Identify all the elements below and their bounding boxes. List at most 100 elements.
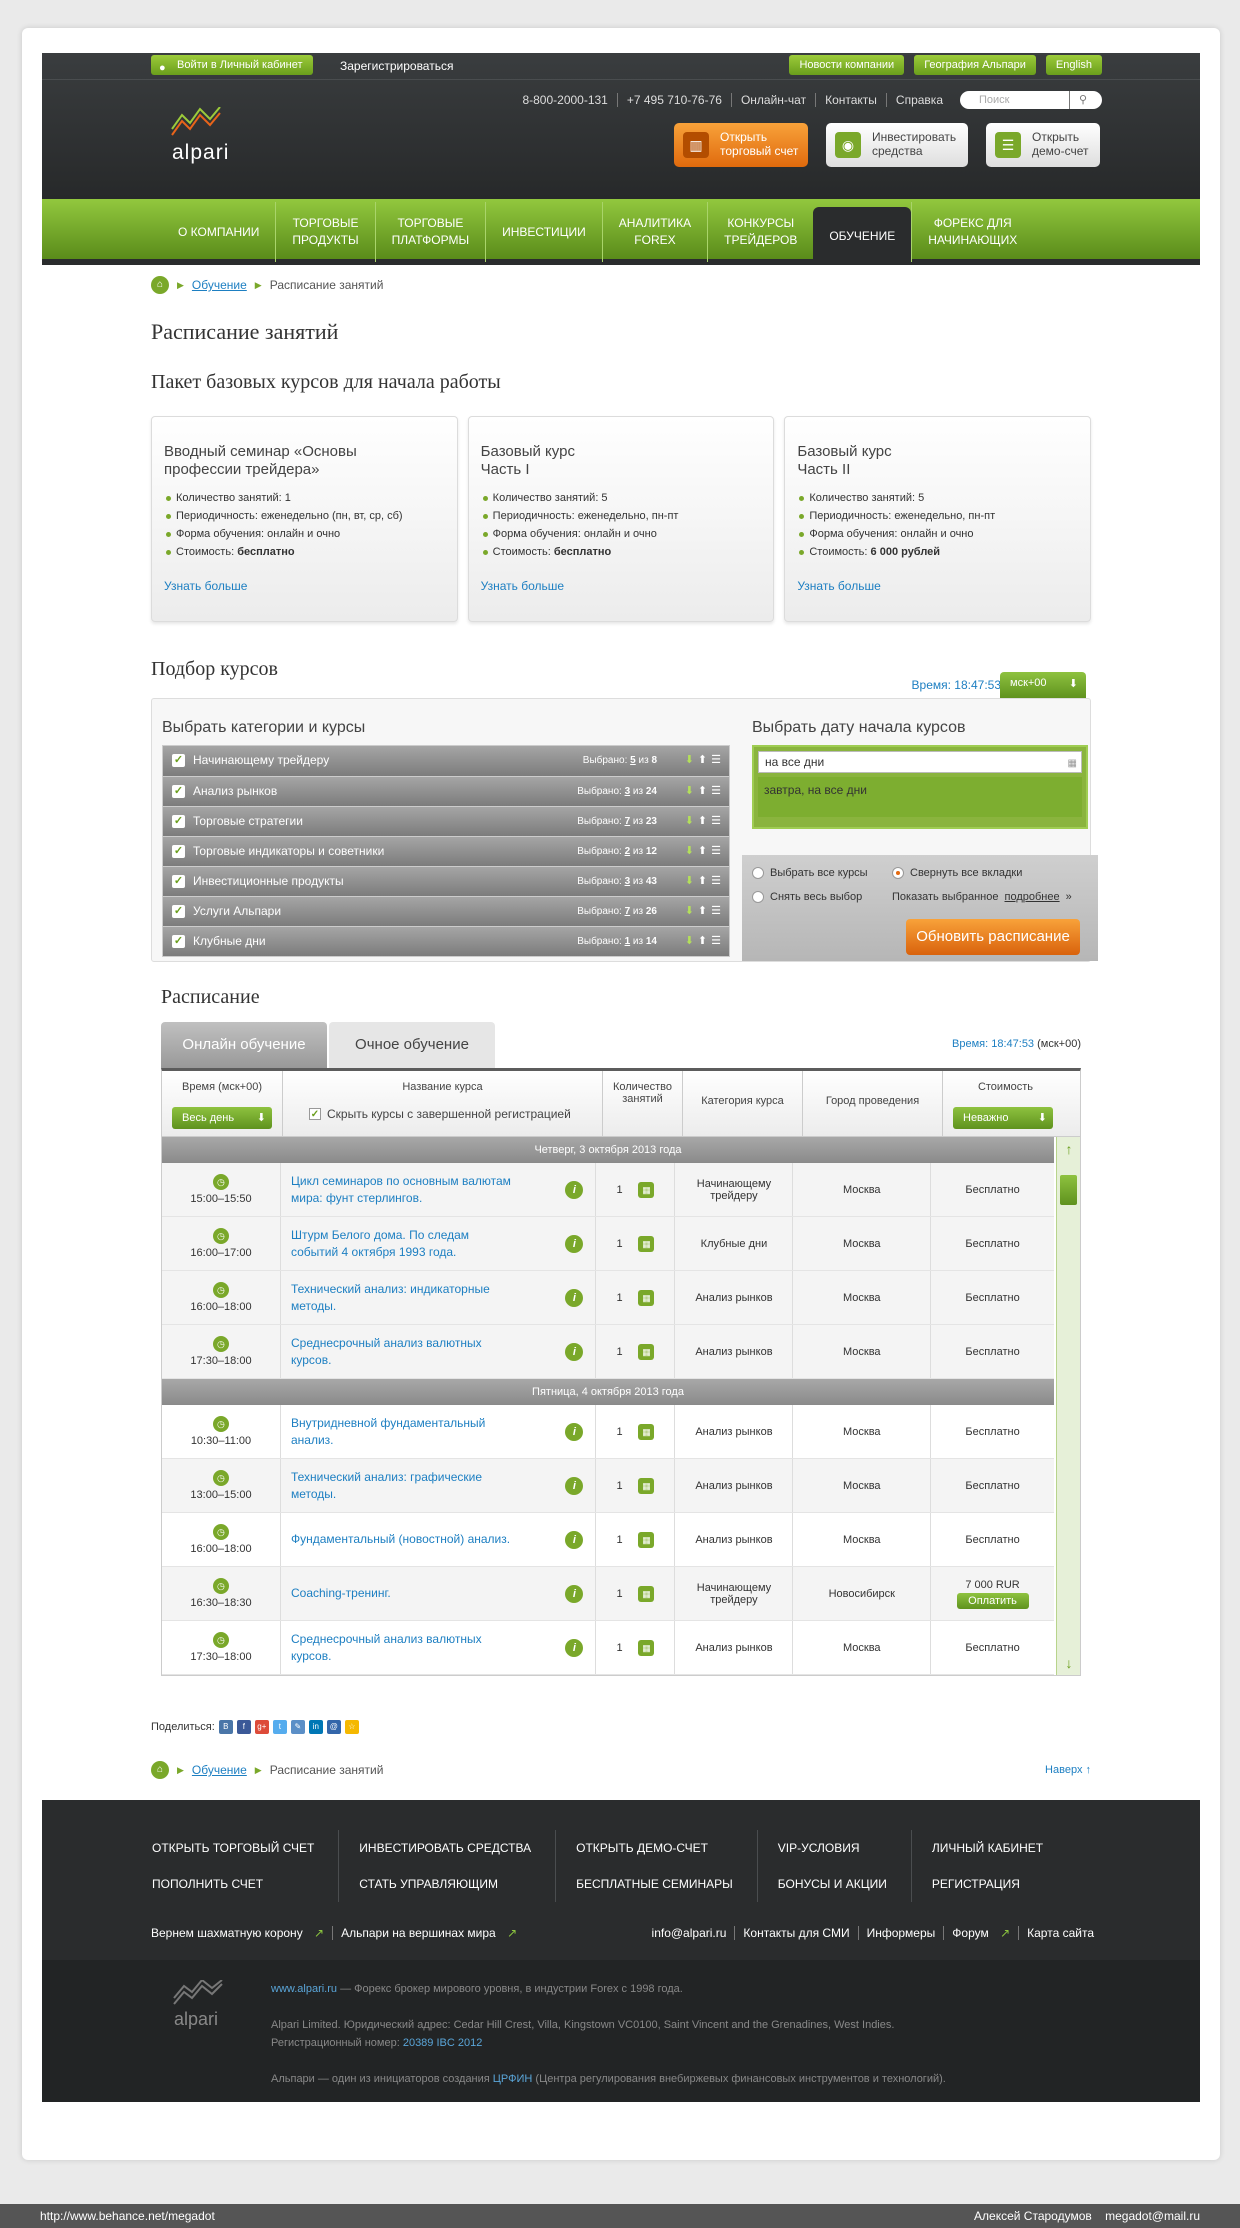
learn-more-link[interactable]: Узнать больше (481, 579, 762, 593)
course-link[interactable]: Фундаментальный (новостной) анализ. (291, 1531, 510, 1548)
author-email[interactable]: megadot@mail.ru (1105, 2209, 1200, 2223)
list-icon[interactable]: ☰ (711, 875, 721, 887)
crfin-link[interactable]: ЦРФИН (493, 2073, 533, 2085)
day-filter-dropdown[interactable]: Весь день ⬇ (172, 1107, 272, 1129)
course-name-cell[interactable]: Технический анализ: графические методы. i (279, 1459, 595, 1512)
list-icon[interactable]: ☰ (711, 785, 721, 797)
hide-finished-checkbox[interactable]: ✓ Скрыть курсы с завершенной регистрацией (309, 1107, 571, 1121)
nav-beginners[interactable]: ФОРЕКС ДЛЯ НАЧИНАЮЩИХ (911, 202, 1033, 262)
footer-link[interactable]: ОТКРЫТЬ ДЕМО-СЧЕТ (576, 1841, 708, 1855)
course-link[interactable]: Технический анализ: индикаторные методы. (291, 1281, 490, 1315)
footer-link[interactable]: БОНУСЫ И АКЦИИ (778, 1877, 887, 1891)
collapse-tabs-option[interactable]: Свернуть все вкладки (892, 867, 1022, 879)
geography-button[interactable]: География Альпари (914, 55, 1036, 75)
course-name-cell[interactable]: Среднесрочный анализ валютных курсов. i (279, 1325, 595, 1378)
footer-link[interactable]: info@alpari.ru (652, 1926, 735, 1940)
tab-offline[interactable]: Очное обучение (329, 1022, 495, 1068)
category-row[interactable]: ✓ Услуги Альпари Выбрано: 7 из 26 ⬇ ⬆ ☰ (163, 896, 729, 926)
category-row[interactable]: ✓ Начинающему трейдеру Выбрано: 5 из 8 ⬇ ⬆ ☰ (163, 746, 729, 776)
time-label[interactable]: Время: 18:47:53 (912, 678, 1001, 692)
contacts-link[interactable]: Контакты (815, 93, 886, 107)
course-link[interactable]: Среднесрочный анализ валютных курсов. (291, 1335, 482, 1369)
arrow-up-icon[interactable]: ⬆ (698, 905, 707, 917)
twitter-icon[interactable]: t (272, 1720, 287, 1734)
calendar-icon[interactable]: ▦ (638, 1289, 655, 1306)
course-name-cell[interactable]: Внутридневной фундаментальный анализ. i (279, 1405, 595, 1458)
checkbox[interactable]: ✓ (172, 875, 185, 888)
nav-analytics[interactable]: АНАЛИТИКА FOREX (601, 202, 707, 262)
arrow-up-icon[interactable]: ⬆ (698, 815, 707, 827)
radio[interactable] (892, 867, 904, 879)
arrow-down-icon[interactable]: ⬇ (685, 935, 694, 947)
course-link[interactable]: Coaching-тренинг. (291, 1585, 391, 1602)
calendar-icon[interactable]: ▦ (638, 1423, 655, 1440)
pay-button[interactable]: Оплатить (956, 1592, 1029, 1609)
course-name-cell[interactable]: Coaching-тренинг. i (279, 1567, 595, 1620)
list-icon[interactable]: ☰ (711, 845, 721, 857)
nav-about[interactable]: О КОМПАНИИ (162, 202, 275, 262)
checkbox[interactable]: ✓ (309, 1108, 321, 1120)
show-selected-option[interactable]: Показать выбранное подробнее » (892, 891, 1072, 903)
footer-link[interactable]: ИНВЕСТИРОВАТЬ СРЕДСТВА (359, 1841, 531, 1855)
breadcrumb-link[interactable]: Обучение (192, 1763, 247, 1777)
arrow-down-icon[interactable]: ⬇ (685, 785, 694, 797)
select-all-option[interactable]: Выбрать все курсы (752, 867, 868, 879)
nav-trading-platforms[interactable]: ТОРГОВЫЕ ПЛАТФОРМЫ (374, 202, 485, 262)
checkbox[interactable]: ✓ (172, 815, 185, 828)
info-icon[interactable]: i (565, 1288, 584, 1307)
checkbox[interactable]: ✓ (172, 845, 185, 858)
arrow-up-icon[interactable]: ⬆ (698, 845, 707, 857)
google-plus-icon[interactable]: g+ (254, 1720, 269, 1734)
invest-button[interactable]: ◉ Инвестировать средства (826, 123, 968, 167)
update-schedule-button[interactable]: Обновить расписание (906, 919, 1080, 955)
scrollbar[interactable]: ↑ ↓ (1056, 1137, 1080, 1675)
info-icon[interactable]: i (565, 1234, 584, 1253)
behance-link[interactable]: http://www.behance.net/megadot (40, 2209, 215, 2223)
list-icon[interactable]: ☰ (711, 905, 721, 917)
arrow-down-icon[interactable]: ⬇ (685, 754, 694, 766)
footer-link[interactable]: Форум ↗ (943, 1926, 1019, 1940)
date-input[interactable]: на все дни ▦ (758, 751, 1082, 773)
calendar-icon[interactable]: ▦ (638, 1531, 655, 1548)
home-icon[interactable]: ⌂ (151, 1761, 169, 1779)
checkbox[interactable]: ✓ (172, 935, 185, 948)
category-row[interactable]: ✓ Торговые стратегии Выбрано: 7 из 23 ⬇ ⬆ ☰ (163, 806, 729, 836)
course-name-cell[interactable]: Среднесрочный анализ валютных курсов. i (279, 1621, 595, 1674)
arrow-up-icon[interactable]: ↑ (1057, 1141, 1081, 1157)
footer-link[interactable]: БЕСПЛАТНЫЕ СЕМИНАРЫ (576, 1877, 733, 1891)
calendar-icon[interactable]: ▦ (638, 1181, 655, 1198)
footer-link[interactable]: Карта сайта (1018, 1926, 1102, 1940)
radio[interactable] (752, 891, 764, 903)
course-link[interactable]: Цикл семинаров по основным валютам мира: … (291, 1173, 511, 1207)
calendar-icon[interactable]: ▦ (638, 1585, 655, 1602)
arrow-down-icon[interactable]: ⬇ (685, 845, 694, 857)
footer-link[interactable]: ПОПОЛНИТЬ СЧЕТ (152, 1877, 263, 1891)
arrow-down-icon[interactable]: ↓ (1057, 1655, 1081, 1671)
learn-more-link[interactable]: Узнать больше (797, 579, 1078, 593)
schedule-time-link[interactable]: Время: 18:47:53 (952, 1038, 1034, 1050)
back-to-top-link[interactable]: Наверх ↑ (1045, 1764, 1091, 1776)
login-button[interactable]: ● Войти в Личный кабинет (151, 55, 313, 75)
info-icon[interactable]: i (565, 1422, 584, 1441)
checkbox[interactable]: ✓ (172, 785, 185, 798)
home-icon[interactable]: ⌂ (151, 276, 169, 294)
arrow-down-icon[interactable]: ⬇ (685, 815, 694, 827)
arrow-down-icon[interactable]: ⬇ (685, 875, 694, 887)
english-button[interactable]: English (1045, 55, 1102, 75)
arrow-up-icon[interactable]: ⬆ (698, 754, 707, 766)
nav-contests[interactable]: КОНКУРСЫ ТРЕЙДЕРОВ (707, 202, 813, 262)
course-link[interactable]: Внутридневной фундаментальный анализ. (291, 1415, 485, 1449)
info-icon[interactable]: i (565, 1342, 584, 1361)
vk-icon[interactable]: В (218, 1720, 233, 1734)
footer-link[interactable]: ЛИЧНЫЙ КАБИНЕТ (932, 1841, 1043, 1855)
mail-icon[interactable]: @ (326, 1720, 341, 1734)
deselect-all-option[interactable]: Снять весь выбор (752, 891, 862, 903)
register-link[interactable]: Зарегистрироваться (340, 59, 453, 73)
news-button[interactable]: Новости компании (789, 55, 905, 75)
course-name-cell[interactable]: Фундаментальный (новостной) анализ. i (279, 1513, 595, 1566)
timezone-dropdown[interactable]: мск+00 ⬇ (1000, 672, 1086, 698)
learn-more-link[interactable]: Узнать больше (164, 579, 445, 593)
online-chat-link[interactable]: Онлайн-чат (730, 93, 815, 107)
arrow-up-icon[interactable]: ⬆ (698, 935, 707, 947)
checkbox[interactable]: ✓ (172, 905, 185, 918)
